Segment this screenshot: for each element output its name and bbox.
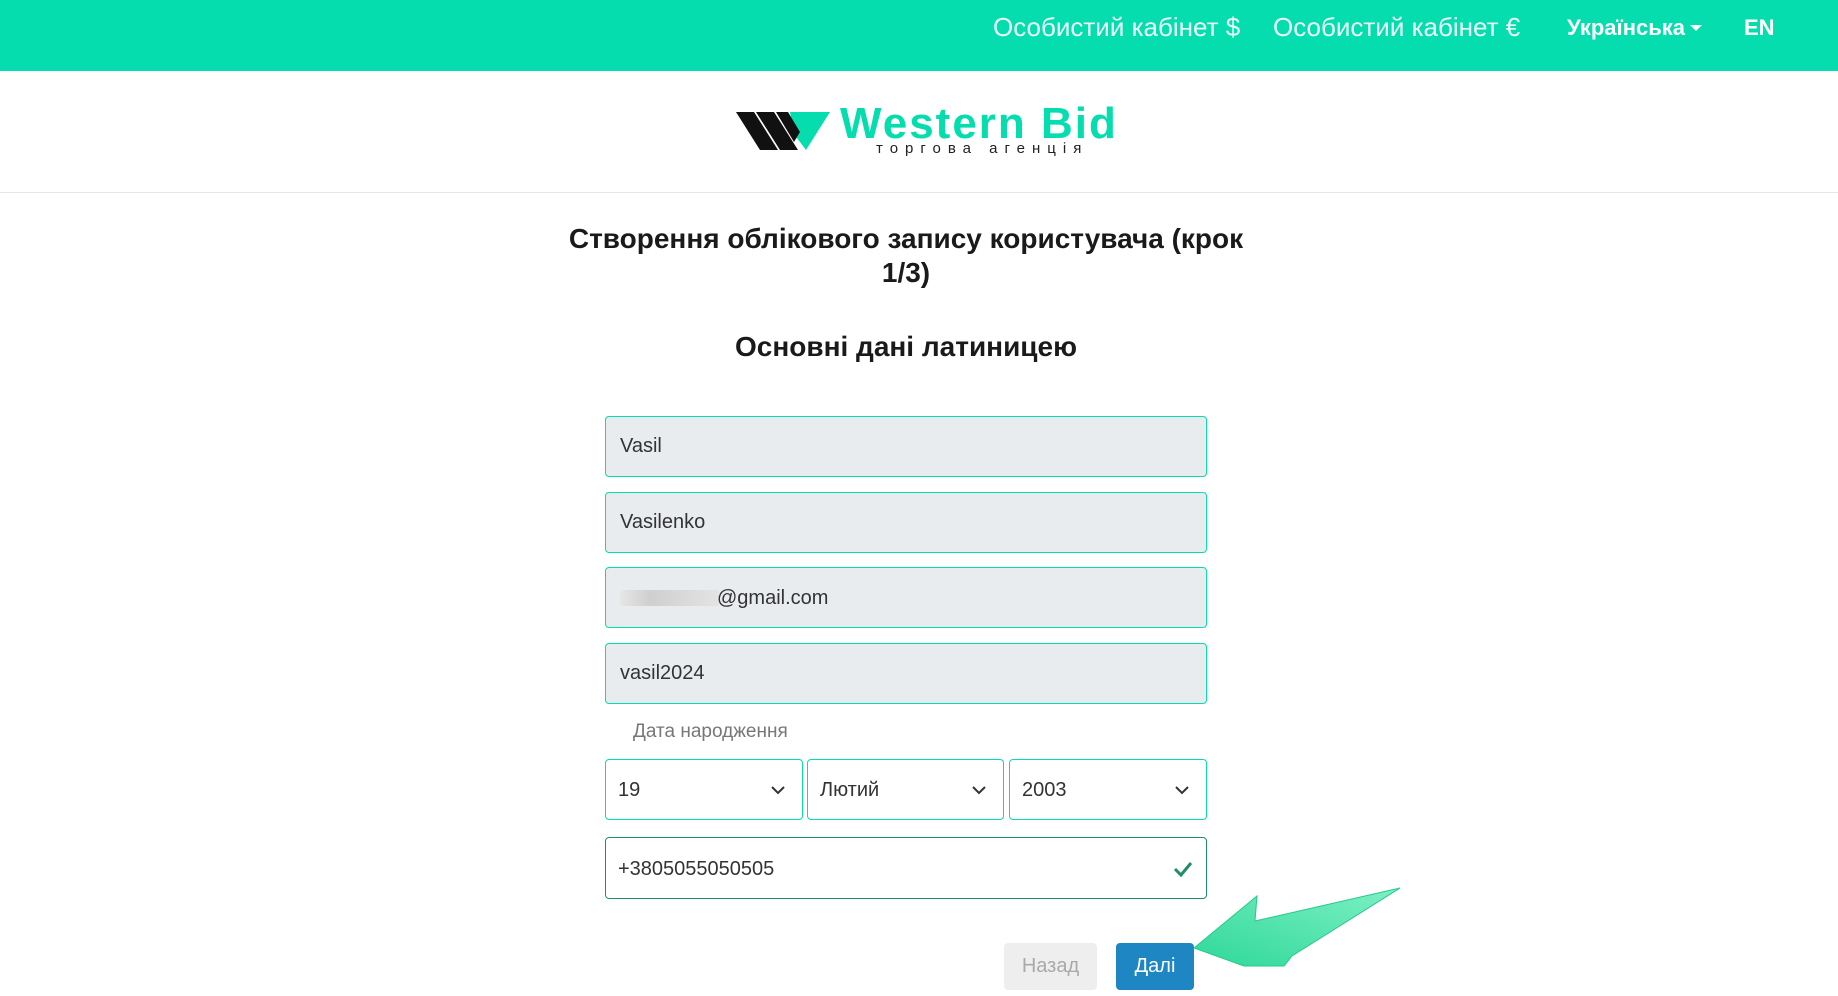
cabinet-usd-link[interactable]: Особистий кабінет $: [993, 11, 1240, 43]
back-button[interactable]: Назад: [1004, 943, 1097, 990]
redacted-email-blur: [620, 590, 720, 606]
email-field[interactable]: @gmail.com: [605, 567, 1207, 628]
pointer-arrow-icon: [1193, 887, 1401, 967]
western-bid-logo-icon[interactable]: [736, 104, 830, 158]
first-name-input[interactable]: [606, 417, 1206, 476]
next-button[interactable]: Далі: [1116, 943, 1194, 990]
chevron-down-icon: [1175, 786, 1189, 795]
language-en-link[interactable]: EN: [1744, 14, 1775, 42]
site-header: Western Bid торгова агенція: [0, 71, 1838, 193]
phone-field[interactable]: +3805055050505: [605, 837, 1207, 899]
username-input[interactable]: [606, 644, 1206, 703]
dob-day-value: 19: [618, 779, 641, 801]
chevron-down-icon: [771, 786, 785, 795]
last-name-field[interactable]: [605, 492, 1207, 553]
check-icon: [1173, 862, 1193, 878]
dob-month-value: Лютий: [820, 779, 880, 801]
email-value: @gmail.com: [717, 587, 829, 609]
username-field[interactable]: [605, 643, 1207, 704]
top-bar: Особистий кабінет $ Особистий кабінет € …: [0, 0, 1838, 71]
cabinet-eur-link[interactable]: Особистий кабінет €: [1273, 11, 1520, 43]
dob-label: Дата народження: [633, 721, 788, 742]
dob-day-select[interactable]: 19: [605, 759, 803, 820]
language-dropdown[interactable]: Українська: [1567, 14, 1685, 42]
dob-year-value: 2003: [1022, 779, 1067, 801]
chevron-down-icon: [972, 786, 986, 795]
logo-subtitle: торгова агенція: [876, 140, 1089, 157]
phone-value: +3805055050505: [618, 858, 775, 880]
dob-month-select[interactable]: Лютий: [807, 759, 1004, 820]
first-name-field[interactable]: [605, 416, 1207, 477]
form-subtitle: Основні дані латиницею: [735, 331, 1077, 362]
caret-down-icon[interactable]: [1690, 25, 1702, 31]
dob-year-select[interactable]: 2003: [1009, 759, 1207, 820]
last-name-input[interactable]: [606, 493, 1206, 552]
form-title: Створення облікового запису користувача …: [568, 223, 1244, 288]
